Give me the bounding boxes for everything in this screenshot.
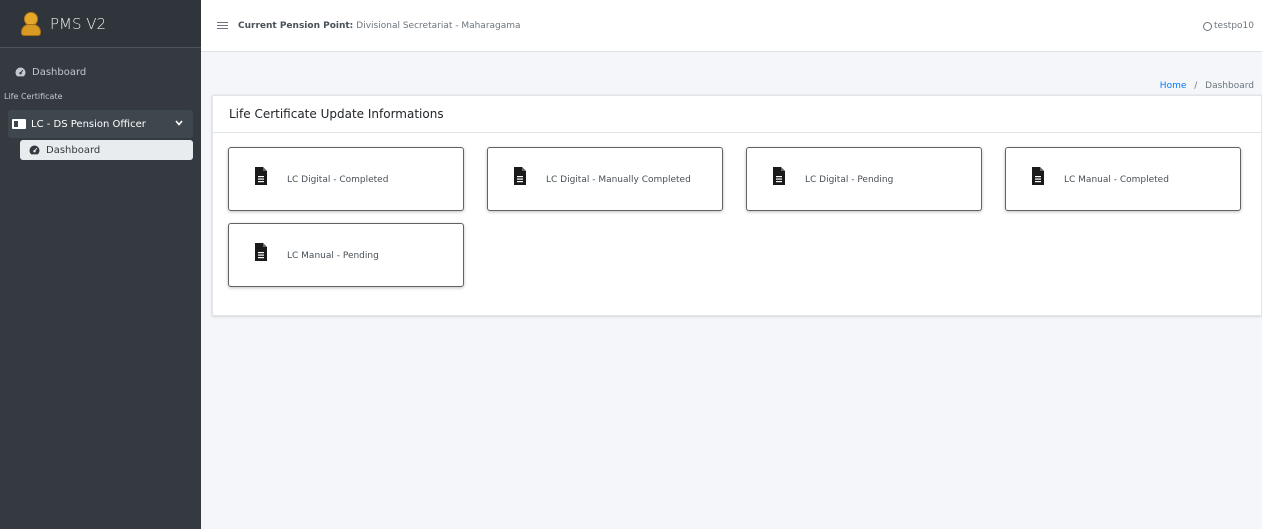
document-icon — [514, 167, 526, 185]
pension-point-label: Current Pension Point: — [238, 20, 354, 31]
sidebar-subitem-label: Dashboard — [46, 144, 101, 156]
document-icon — [255, 167, 267, 185]
sidebar-section-header: Life Certificate — [4, 91, 63, 101]
tile-label: LC Manual - Pending — [287, 251, 379, 261]
breadcrumb: Home / Dashboard — [1160, 81, 1254, 91]
sidebar: PMS V2 Dashboard Life Certificate LC - D… — [0, 0, 201, 529]
brand-name: PMS V2 — [50, 14, 107, 33]
breadcrumb-home-link[interactable]: Home — [1160, 81, 1187, 91]
card-title: Life Certificate Update Informations — [213, 96, 1261, 133]
sidebar-nav: Dashboard Life Certificate LC - DS Pensi… — [0, 48, 201, 160]
tile-lc-digital-completed[interactable]: LC Digital - Completed — [228, 147, 464, 211]
top-navbar: Current Pension Point: Divisional Secret… — [201, 0, 1262, 52]
id-card-icon — [12, 119, 26, 129]
tile-label: LC Digital - Completed — [287, 175, 389, 185]
tile-lc-manual-pending[interactable]: LC Manual - Pending — [228, 223, 464, 287]
tile-lc-digital-pending[interactable]: LC Digital - Pending — [746, 147, 982, 211]
user-circle-icon — [1203, 21, 1213, 31]
sidebar-item-dashboard[interactable]: Dashboard — [0, 58, 201, 86]
document-icon — [1032, 167, 1044, 185]
tachometer-icon — [14, 66, 26, 78]
document-icon — [255, 243, 267, 261]
tachometer-icon — [28, 144, 40, 156]
tile-lc-manual-completed[interactable]: LC Manual - Completed — [1005, 147, 1241, 211]
hamburger-menu-icon[interactable] — [217, 22, 228, 29]
brand-link[interactable]: PMS V2 — [0, 0, 201, 48]
tile-lc-digital-manually-completed[interactable]: LC Digital - Manually Completed — [487, 147, 723, 211]
sidebar-item-label: Dashboard — [32, 66, 87, 78]
user-name: testpo10 — [1214, 21, 1254, 31]
sidebar-subitem-dashboard[interactable]: Dashboard — [20, 140, 193, 160]
sidebar-group-label: LC - DS Pension Officer — [31, 118, 146, 130]
document-icon — [773, 167, 785, 185]
tile-label: LC Digital - Pending — [805, 175, 894, 185]
breadcrumb-separator: / — [1194, 81, 1198, 91]
tile-label: LC Digital - Manually Completed — [546, 175, 691, 185]
sidebar-group-lc-ds-pension-officer[interactable]: LC - DS Pension Officer — [8, 110, 193, 138]
chevron-down-icon — [175, 119, 183, 129]
brand-logo-icon — [20, 11, 42, 37]
user-menu[interactable]: testpo10 — [1203, 0, 1254, 52]
breadcrumb-current: Dashboard — [1205, 81, 1254, 91]
pension-point-value: Divisional Secretariat - Maharagama — [356, 20, 521, 31]
tile-label: LC Manual - Completed — [1064, 175, 1169, 185]
